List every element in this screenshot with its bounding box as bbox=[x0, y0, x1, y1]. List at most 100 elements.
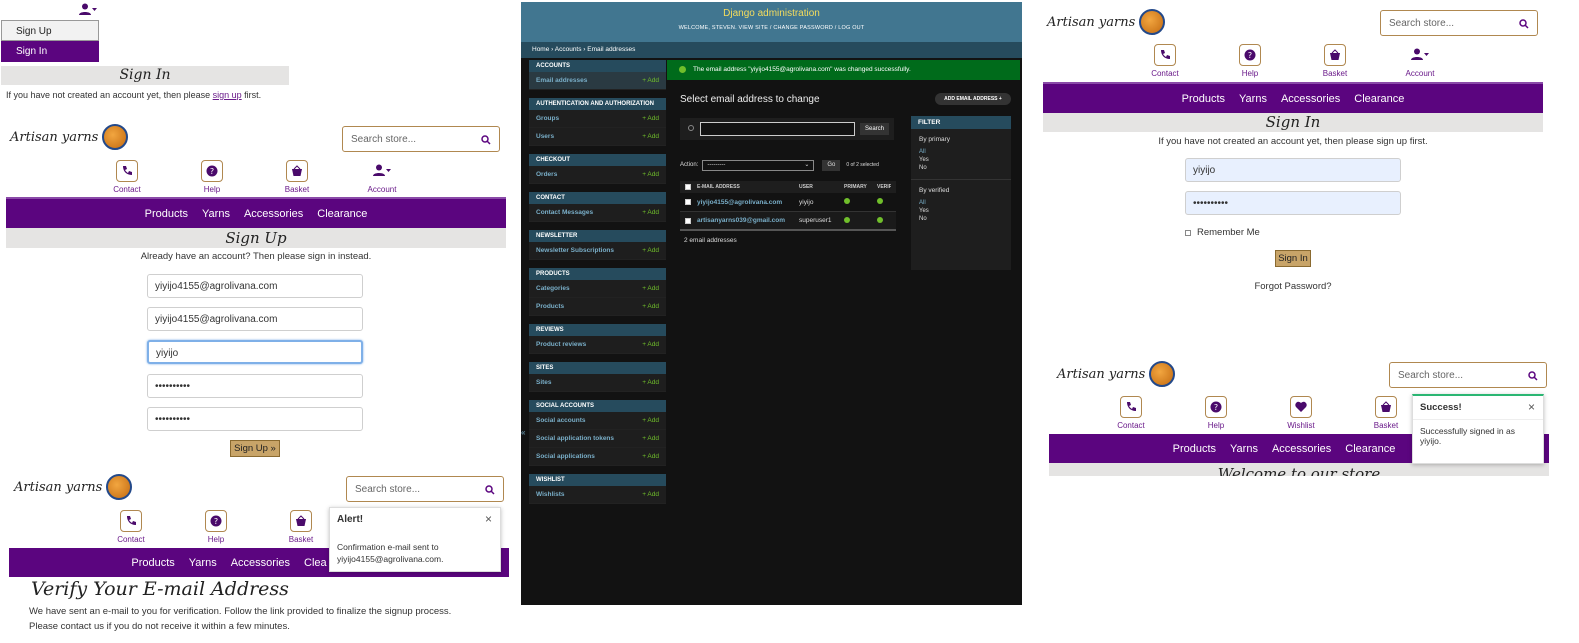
search-input[interactable]: Search store... bbox=[342, 126, 500, 152]
nav-yarns[interactable]: Yarns bbox=[1239, 93, 1267, 105]
breadcrumb[interactable]: Home › Accounts › Email addresses bbox=[521, 42, 1022, 58]
contact-link[interactable]: Contact bbox=[1116, 396, 1146, 430]
nav-products[interactable]: Products bbox=[131, 557, 174, 569]
close-icon[interactable]: × bbox=[1528, 400, 1535, 414]
nav-yarns[interactable]: Yarns bbox=[1230, 443, 1258, 455]
row-checkbox[interactable] bbox=[685, 199, 691, 205]
nav-products[interactable]: Products bbox=[145, 208, 188, 220]
sidebar-item-link[interactable]: Contact Messages bbox=[536, 209, 593, 216]
col-email[interactable]: E-MAIL ADDRESS bbox=[697, 184, 799, 190]
nav-accessories[interactable]: Accessories bbox=[244, 208, 303, 220]
sidebar-add-link[interactable]: + Add bbox=[642, 379, 659, 386]
search-input[interactable]: Search store... bbox=[1389, 362, 1547, 388]
contact-link[interactable]: Contact bbox=[1150, 44, 1180, 78]
password-field[interactable]: •••••••••• bbox=[147, 374, 363, 398]
nav-accessories[interactable]: Accessories bbox=[1281, 93, 1340, 105]
signup-button[interactable]: Sign Up » bbox=[230, 440, 280, 457]
nav-clearance[interactable]: Clearance bbox=[1345, 443, 1395, 455]
sidebar-add-link[interactable]: + Add bbox=[642, 209, 659, 216]
sidebar-item-link[interactable]: Email addresses bbox=[536, 77, 587, 84]
sidebar-section-title[interactable]: REVIEWS bbox=[529, 324, 666, 336]
sidebar-item-link[interactable]: Products bbox=[536, 303, 564, 310]
search-input[interactable]: Search store... bbox=[1380, 10, 1538, 36]
help-link[interactable]: ? Help bbox=[1201, 396, 1231, 430]
logo[interactable]: Artisan yarns bbox=[14, 474, 133, 500]
row-email[interactable]: artisanyarns039@gmail.com bbox=[697, 217, 799, 224]
action-select[interactable]: --------- ⌄ bbox=[702, 159, 815, 171]
dropdown-sign-in[interactable]: Sign In bbox=[1, 41, 99, 62]
sidebar-item-link[interactable]: Orders bbox=[536, 171, 557, 178]
nav-clearance[interactable]: Clearance bbox=[1354, 93, 1404, 105]
nav-accessories[interactable]: Accessories bbox=[1272, 443, 1331, 455]
filter-primary-yes[interactable]: Yes bbox=[911, 156, 1011, 164]
admin-search-input[interactable] bbox=[700, 122, 855, 136]
sidebar-item-link[interactable]: Newsletter Subscriptions bbox=[536, 247, 614, 254]
filter-verified-no[interactable]: No bbox=[911, 215, 1011, 223]
nav-yarns[interactable]: Yarns bbox=[202, 208, 230, 220]
sidebar-section-title[interactable]: ACCOUNTS bbox=[529, 60, 666, 72]
logo[interactable]: Artisan yarns bbox=[1057, 361, 1176, 387]
sidebar-item-link[interactable]: Categories bbox=[536, 285, 570, 292]
sidebar-item-link[interactable]: Groups bbox=[536, 115, 559, 122]
sidebar-item-link[interactable]: Product reviews bbox=[536, 341, 586, 348]
password-field[interactable]: •••••••••• bbox=[1185, 191, 1401, 215]
nav-products[interactable]: Products bbox=[1182, 93, 1225, 105]
nav-products[interactable]: Products bbox=[1173, 443, 1216, 455]
nav-accessories[interactable]: Accessories bbox=[231, 557, 290, 569]
remember-me[interactable]: Remember Me bbox=[1185, 227, 1260, 238]
contact-link[interactable]: Contact bbox=[116, 510, 146, 544]
sidebar-add-link[interactable]: + Add bbox=[642, 77, 659, 84]
sidebar-add-link[interactable]: + Add bbox=[642, 171, 659, 178]
row-checkbox[interactable] bbox=[685, 217, 691, 224]
sidebar-add-link[interactable]: + Add bbox=[642, 115, 659, 122]
username-field[interactable]: yiyijo bbox=[1185, 158, 1401, 182]
admin-user-tools[interactable]: WELCOME, STEVEN. VIEW SITE / CHANGE PASS… bbox=[521, 25, 1022, 31]
filter-verified-all[interactable]: All bbox=[911, 199, 1011, 207]
contact-link[interactable]: Contact bbox=[112, 160, 142, 194]
sidebar-item-link[interactable]: Sites bbox=[536, 379, 552, 386]
sidebar-add-link[interactable]: + Add bbox=[642, 435, 659, 442]
nav-yarns[interactable]: Yarns bbox=[189, 557, 217, 569]
sidebar-section-title[interactable]: AUTHENTICATION AND AUTHORIZATION bbox=[529, 98, 666, 110]
col-primary[interactable]: PRIMARY bbox=[844, 184, 877, 190]
signup-link[interactable]: sign up bbox=[213, 90, 242, 100]
select-all-checkbox[interactable] bbox=[685, 184, 691, 190]
search-icon[interactable] bbox=[1528, 371, 1538, 381]
sidebar-item-link[interactable]: Social applications bbox=[536, 453, 595, 460]
sidebar-section-title[interactable]: CHECKOUT bbox=[529, 154, 666, 166]
filter-primary-all[interactable]: All bbox=[911, 148, 1011, 156]
help-link[interactable]: ? Help bbox=[197, 160, 227, 194]
search-button[interactable]: Search bbox=[860, 123, 889, 135]
sidebar-add-link[interactable]: + Add bbox=[642, 491, 659, 498]
col-user[interactable]: USER bbox=[799, 184, 844, 190]
sidebar-add-link[interactable]: + Add bbox=[642, 341, 659, 348]
collapse-sidebar-icon[interactable]: « bbox=[521, 428, 525, 437]
signin-button[interactable]: Sign In bbox=[1275, 250, 1311, 267]
account-dropdown-icon[interactable] bbox=[79, 2, 97, 15]
search-icon[interactable] bbox=[481, 135, 491, 145]
col-verified[interactable]: VERIF bbox=[877, 184, 891, 190]
username-field[interactable]: yiyijo bbox=[147, 340, 363, 364]
search-icon[interactable] bbox=[485, 485, 495, 495]
filter-primary-no[interactable]: No bbox=[911, 164, 1011, 180]
sidebar-section-title[interactable]: SITES bbox=[529, 362, 666, 374]
sidebar-add-link[interactable]: + Add bbox=[642, 285, 659, 292]
sidebar-section-title[interactable]: CONTACT bbox=[529, 192, 666, 204]
email-field[interactable]: yiyijo4155@agrolivana.com bbox=[147, 274, 363, 298]
sidebar-add-link[interactable]: + Add bbox=[642, 417, 659, 424]
forgot-password-link[interactable]: Forgot Password? bbox=[1043, 281, 1543, 292]
wishlist-link[interactable]: Wishlist bbox=[1286, 396, 1316, 430]
sidebar-item-link[interactable]: Social application tokens bbox=[536, 435, 614, 442]
logo[interactable]: Artisan yarns bbox=[10, 124, 129, 150]
account-link[interactable]: Account bbox=[367, 160, 397, 194]
close-icon[interactable]: × bbox=[485, 512, 492, 526]
basket-link[interactable]: Basket bbox=[1320, 44, 1350, 78]
logo[interactable]: Artisan yarns bbox=[1047, 9, 1166, 35]
dropdown-sign-up[interactable]: Sign Up bbox=[1, 20, 99, 41]
sidebar-section-title[interactable]: SOCIAL ACCOUNTS bbox=[529, 400, 666, 412]
search-input[interactable]: Search store... bbox=[346, 476, 504, 502]
filter-verified-yes[interactable]: Yes bbox=[911, 207, 1011, 215]
sidebar-section-title[interactable]: PRODUCTS bbox=[529, 268, 666, 280]
basket-link[interactable]: Basket bbox=[286, 510, 316, 544]
sidebar-add-link[interactable]: + Add bbox=[642, 133, 659, 140]
